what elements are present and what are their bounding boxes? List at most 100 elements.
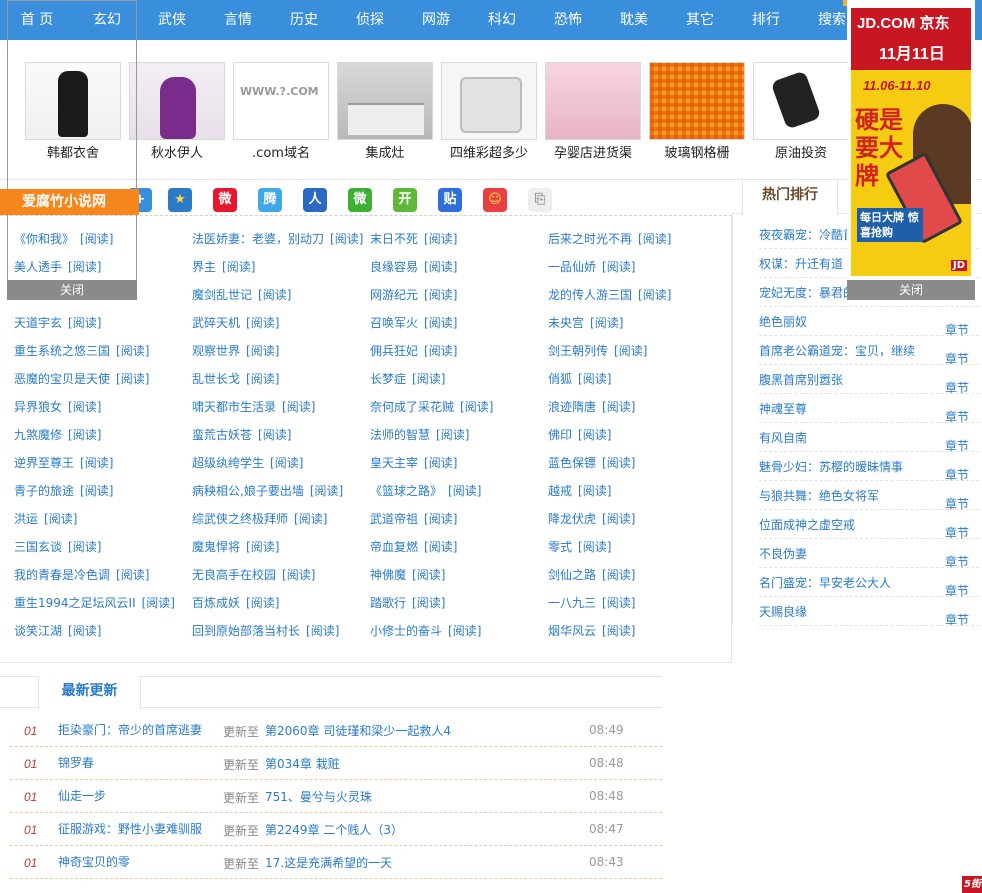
hot-list-item[interactable]: 神魂至尊 章节 xyxy=(759,394,979,424)
book-title[interactable]: 超级纨绔学生 xyxy=(192,456,264,470)
book-link[interactable]: 未央宫 [阅读] xyxy=(548,314,623,331)
book-link[interactable]: 踏歌行 [阅读] xyxy=(370,594,445,611)
hot-list-item[interactable]: 与狼共舞：绝色女将军 章节 xyxy=(759,481,979,511)
read-link[interactable]: [阅读] xyxy=(246,540,279,554)
book-title[interactable]: 小修士的奋斗 xyxy=(370,624,442,638)
book-title[interactable]: 越戒 xyxy=(548,484,572,498)
book-title[interactable]: 魔鬼悍将 xyxy=(192,540,240,554)
book-title[interactable]: 拒染豪门：帝少的首席逃妻 xyxy=(58,721,202,738)
read-link[interactable]: [阅读] xyxy=(80,484,113,498)
book-link[interactable]: 谈笑江湖 [阅读] xyxy=(14,622,101,639)
book-title[interactable]: 界主 xyxy=(192,260,216,274)
corner-logo[interactable]: 5街 xyxy=(962,876,982,893)
copy-icon[interactable]: ⎘ xyxy=(528,188,552,212)
chapter-link[interactable]: 751、曼兮与火灵珠 xyxy=(265,788,372,805)
nav-kehuan[interactable]: 科幻 xyxy=(472,0,532,40)
book-link[interactable]: 啸天都市生活录 [阅读] xyxy=(192,398,315,415)
book-link[interactable]: 武碎天机 [阅读] xyxy=(192,314,279,331)
book-link[interactable]: 网游纪元 [阅读] xyxy=(370,286,457,303)
book-link[interactable]: 烟华风云 [阅读] xyxy=(548,622,635,639)
hot-item-title[interactable]: 与狼共舞：绝色女将军 xyxy=(759,487,879,504)
hot-item-title[interactable]: 魅骨少妇：苏樱的暧昧情事 xyxy=(759,458,903,475)
nav-lishi[interactable]: 历史 xyxy=(274,0,334,40)
nav-yanqing[interactable]: 言情 xyxy=(208,0,268,40)
read-link[interactable]: [阅读] xyxy=(258,428,291,442)
read-link[interactable]: [阅读] xyxy=(116,568,149,582)
book-link[interactable]: 一品仙娇 [阅读] xyxy=(548,258,635,275)
book-link[interactable]: 综武侠之终极拜师 [阅读] xyxy=(192,510,327,527)
book-title[interactable]: 重生1994之足坛风云II xyxy=(14,596,136,610)
read-link[interactable]: [阅读] xyxy=(424,288,457,302)
book-title[interactable]: 帝血复燃 xyxy=(370,540,418,554)
book-title[interactable]: 观察世界 xyxy=(192,344,240,358)
chapter-link[interactable]: 第2249章 二个贱人（3） xyxy=(265,821,403,838)
book-link[interactable]: 剑仙之路 [阅读] xyxy=(548,566,635,583)
hot-item-title[interactable]: 名门盛宠：早安老公大人 xyxy=(759,574,891,591)
book-link[interactable]: 后来之时光不再 [阅读] xyxy=(548,230,671,247)
read-link[interactable]: [阅读] xyxy=(246,596,279,610)
book-link[interactable]: 我的青春是冷色调 [阅读] xyxy=(14,566,149,583)
book-title[interactable]: 剑王朝列传 xyxy=(548,344,608,358)
tab-hot-ranking[interactable]: 热门排行 xyxy=(742,180,838,215)
book-link[interactable]: 重生1994之足坛风云II [阅读] xyxy=(14,594,175,611)
read-link[interactable]: [阅读] xyxy=(460,400,493,414)
read-link[interactable]: [阅读] xyxy=(436,428,469,442)
weibo-icon[interactable]: 微 xyxy=(213,188,237,212)
book-title[interactable]: 烟华风云 xyxy=(548,624,596,638)
book-title[interactable]: 网游纪元 xyxy=(370,288,418,302)
strip-ad[interactable]: .com域名 xyxy=(233,62,329,161)
jd-ad-banner[interactable]: JD.COM 京东 11月11日 11.06-11.10 硬是要大牌 每日大牌 … xyxy=(851,8,971,276)
read-link[interactable]: [阅读] xyxy=(116,372,149,386)
book-title[interactable]: 蛮荒古妖苍 xyxy=(192,428,252,442)
book-title[interactable]: 浪迹隋唐 xyxy=(548,400,596,414)
book-link[interactable]: 奈何成了采花贼 [阅读] xyxy=(370,398,493,415)
book-link[interactable]: 观察世界 [阅读] xyxy=(192,342,279,359)
strip-ad[interactable]: 秋水伊人 xyxy=(129,62,225,161)
read-link[interactable]: [阅读] xyxy=(68,540,101,554)
read-link[interactable]: [阅读] xyxy=(448,484,481,498)
book-link[interactable]: 魔剑乱世记 [阅读] xyxy=(192,286,291,303)
book-link[interactable]: 末日不死 [阅读] xyxy=(370,230,457,247)
hot-item-title[interactable]: 天赐良缘 xyxy=(759,603,807,620)
strip-ad[interactable]: 孕婴店进货渠 xyxy=(545,62,641,161)
book-link[interactable]: 降龙伏虎 [阅读] xyxy=(548,510,635,527)
book-title[interactable]: 病秧相公,娘子要出墙 xyxy=(192,484,304,498)
book-link[interactable]: 皇天主宰 [阅读] xyxy=(370,454,457,471)
book-title[interactable]: 百炼成妖 xyxy=(192,596,240,610)
hot-item-title[interactable]: 有风自南 xyxy=(759,429,807,446)
read-link[interactable]: [阅读] xyxy=(116,344,149,358)
hot-item-title[interactable]: 腹黑首席别嚣张 xyxy=(759,371,843,388)
read-link[interactable]: [阅读] xyxy=(80,456,113,470)
book-title[interactable]: 青子的旅途 xyxy=(14,484,74,498)
read-link[interactable]: [阅读] xyxy=(602,568,635,582)
renren-icon[interactable]: 人 xyxy=(303,188,327,212)
book-title[interactable]: 魔剑乱世记 xyxy=(192,288,252,302)
book-title[interactable]: 啸天都市生活录 xyxy=(192,400,276,414)
book-title[interactable]: 逆界至尊王 xyxy=(14,456,74,470)
strip-ad[interactable]: 四维彩超多少 xyxy=(441,62,537,161)
site-badge[interactable]: 爱腐竹小说网 xyxy=(0,189,139,215)
book-title[interactable]: 谈笑江湖 xyxy=(14,624,62,638)
read-link[interactable]: [阅读] xyxy=(602,456,635,470)
hot-list-item[interactable]: 有风自南 章节 xyxy=(759,423,979,453)
nav-paihang[interactable]: 排行 xyxy=(736,0,796,40)
book-title[interactable]: 洪运 xyxy=(14,512,38,526)
chapter-link[interactable]: 章节 xyxy=(945,611,969,628)
read-link[interactable]: [阅读] xyxy=(68,316,101,330)
tab-latest-updates[interactable]: 最新更新 xyxy=(38,676,141,710)
book-link[interactable]: 良缘容易 [阅读] xyxy=(370,258,457,275)
read-link[interactable]: [阅读] xyxy=(412,596,445,610)
book-link[interactable]: 魔鬼悍将 [阅读] xyxy=(192,538,279,555)
read-link[interactable]: [阅读] xyxy=(578,484,611,498)
hot-list-item[interactable]: 腹黑首席别嚣张 章节 xyxy=(759,365,979,395)
hot-list-item[interactable]: 绝色丽奴 章节 xyxy=(759,307,979,337)
hot-item-title[interactable]: 首席老公霸道宠：宝贝，继续 xyxy=(759,342,915,359)
book-link[interactable]: 无良高手在校园 [阅读] xyxy=(192,566,315,583)
book-title[interactable]: 踏歌行 xyxy=(370,596,406,610)
read-link[interactable]: [阅读] xyxy=(590,316,623,330)
book-link[interactable]: 俏狐 [阅读] xyxy=(548,370,611,387)
book-link[interactable]: 恶魔的宝贝是天使 [阅读] xyxy=(14,370,149,387)
book-link[interactable]: 佣兵狂妃 [阅读] xyxy=(370,342,457,359)
book-title[interactable]: 龙的传人游三国 xyxy=(548,288,632,302)
book-link[interactable]: 九煞魔修 [阅读] xyxy=(14,426,101,443)
